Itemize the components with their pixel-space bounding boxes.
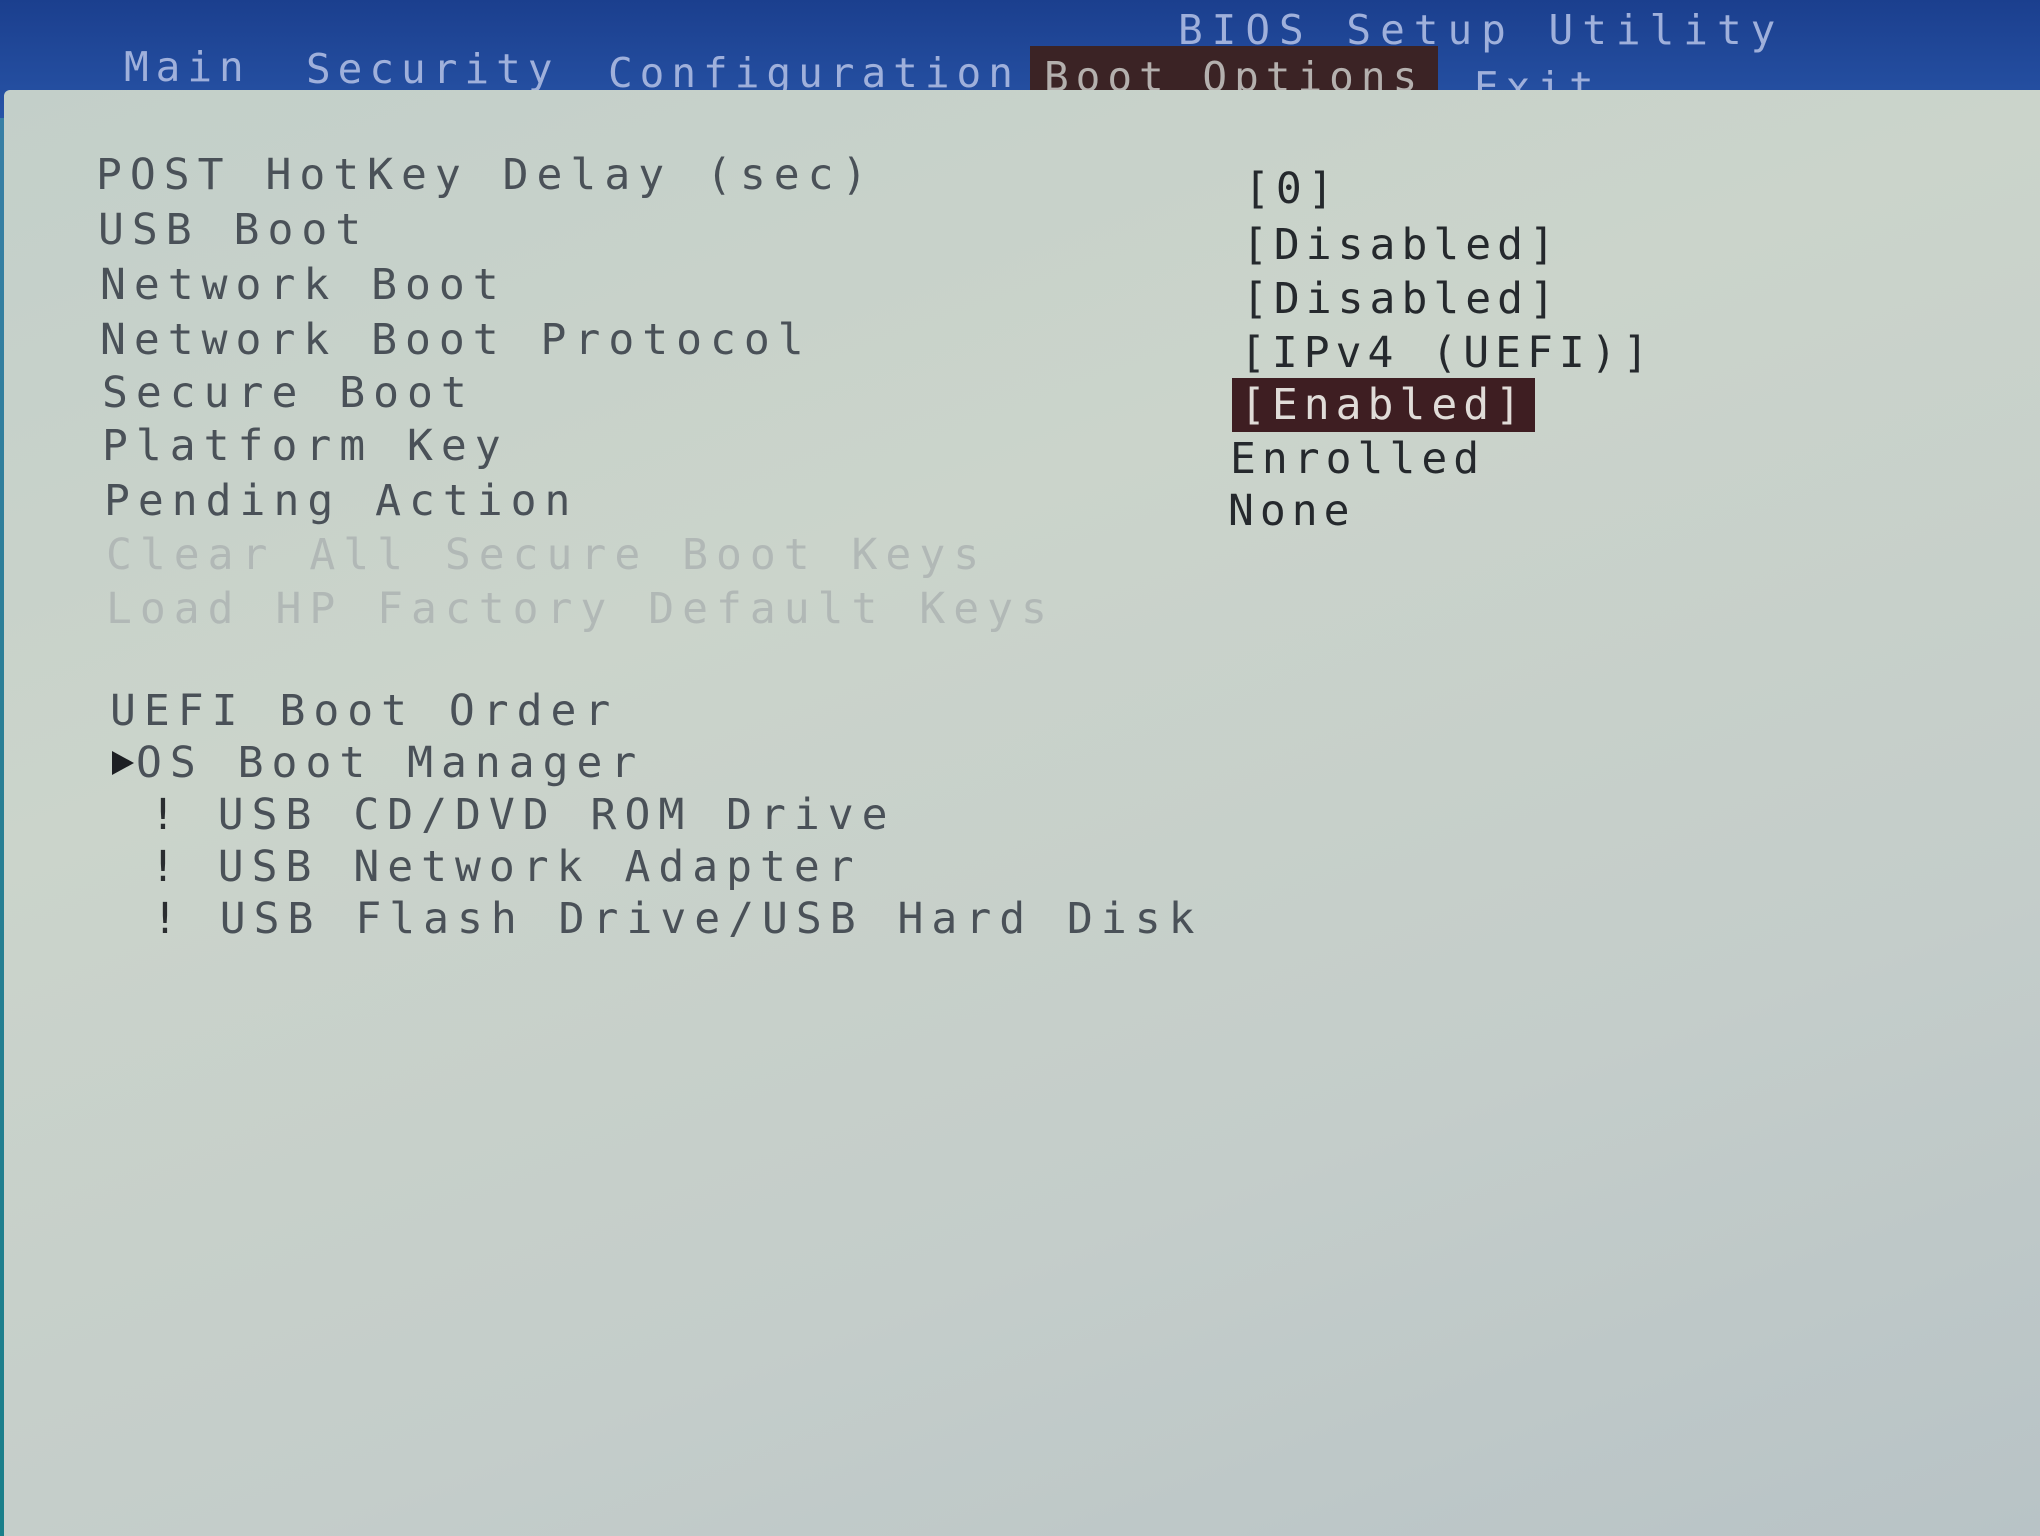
os-boot-manager-label: OS Boot Manager (136, 738, 645, 788)
secure-boot-value[interactable]: [Enabled] (1232, 378, 1535, 432)
network-boot-protocol-label[interactable]: Network Boot Protocol (100, 315, 812, 365)
boot-device-bullet: ! (150, 790, 184, 840)
usb-boot-value[interactable]: [Disabled] (1242, 220, 1561, 270)
os-boot-manager-item[interactable]: OS Boot Manager (112, 738, 644, 788)
post-hotkey-delay-label[interactable]: POST HotKey Delay (sec) (96, 150, 875, 200)
pending-action-value: None (1228, 486, 1356, 536)
clear-secure-boot-keys-item: Clear All Secure Boot Keys (106, 530, 988, 580)
uefi-boot-order-heading: UEFI Boot Order (110, 686, 619, 736)
boot-device-flash-drive[interactable]: ! USB Flash Drive/USB Hard Disk (152, 894, 1203, 944)
platform-key-value: Enrolled (1230, 434, 1486, 484)
network-boot-label[interactable]: Network Boot (100, 260, 507, 310)
boot-device-cd-dvd[interactable]: ! USB CD/DVD ROM Drive (150, 790, 896, 840)
boot-device-label: USB Flash Drive/USB Hard Disk (219, 894, 1203, 944)
boot-device-bullet: ! (150, 842, 184, 892)
boot-device-bullet: ! (152, 894, 186, 944)
network-boot-protocol-value[interactable]: [IPv4 (UEFI)] (1240, 328, 1655, 378)
boot-device-label: USB CD/DVD ROM Drive (217, 790, 896, 840)
tab-main[interactable]: Main (110, 36, 265, 98)
boot-device-network-adapter[interactable]: ! USB Network Adapter (150, 842, 862, 892)
load-hp-default-keys-item: Load HP Factory Default Keys (106, 584, 1055, 634)
post-hotkey-delay-value[interactable]: [0] (1244, 164, 1340, 214)
usb-boot-label[interactable]: USB Boot (98, 205, 369, 255)
pending-action-label: Pending Action (104, 476, 579, 526)
network-boot-value[interactable]: [Disabled] (1242, 274, 1561, 324)
boot-device-label: USB Network Adapter (217, 842, 862, 892)
platform-key-label: Platform Key (102, 421, 509, 471)
arrow-right-icon (112, 750, 134, 775)
secure-boot-label[interactable]: Secure Boot (102, 368, 475, 418)
